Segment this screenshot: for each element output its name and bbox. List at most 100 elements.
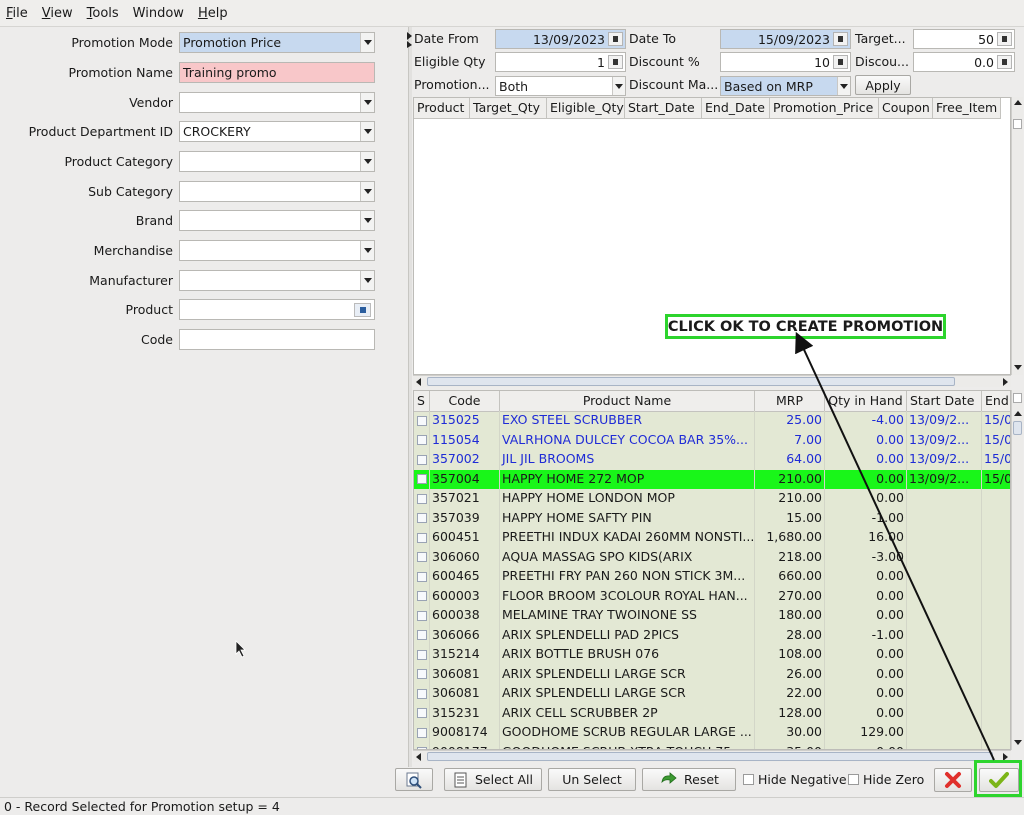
table-row[interactable]: 600003 FLOOR BROOM 3COLOUR ROYAL HAN... 27…	[414, 586, 1010, 606]
checkbox-box[interactable]	[848, 774, 859, 785]
col-end-date[interactable]: End_Date	[702, 98, 770, 118]
chevron-down-icon[interactable]	[612, 77, 625, 95]
table-row[interactable]: 357004 HAPPY HOME 272 MOP 210.00 0.00 13/09/…	[414, 469, 1010, 489]
table-row[interactable]: 600451 PREETHI INDUX KADAI 260MM NONSTI..…	[414, 528, 1010, 548]
chevron-down-icon[interactable]	[360, 33, 374, 52]
chevron-down-icon[interactable]	[360, 122, 374, 141]
category-select[interactable]	[179, 151, 375, 172]
menu-window[interactable]: Window	[133, 6, 184, 21]
checkbox-box[interactable]	[416, 571, 427, 582]
scroll-down-icon[interactable]	[1012, 736, 1024, 748]
table-row[interactable]: 306081 ARIX SPLENDELLI LARGE SCR 22.00 0.00	[414, 684, 1010, 704]
column-picker-icon[interactable]	[1013, 393, 1022, 403]
department-select[interactable]: CROCKERY	[179, 121, 375, 142]
row-select-checkbox[interactable]	[414, 450, 430, 470]
hide-zero-checkbox[interactable]: Hide Zero	[848, 772, 924, 787]
col-start-date[interactable]: Start Date	[907, 391, 982, 411]
calendar-icon[interactable]	[608, 32, 623, 46]
col-product-name[interactable]: Product Name	[500, 391, 755, 411]
checkbox-box[interactable]	[416, 474, 427, 485]
calendar-icon[interactable]	[833, 32, 848, 46]
eligible-qty-input[interactable]: 1	[495, 52, 626, 72]
menu-view[interactable]: View	[42, 6, 73, 21]
scroll-thumb[interactable]	[1013, 421, 1022, 435]
discount-amt-input[interactable]: 0.0	[913, 52, 1015, 72]
table-row[interactable]: 306081 ARIX SPLENDELLI LARGE SCR 26.00 0.00	[414, 664, 1010, 684]
chevron-down-icon[interactable]	[360, 211, 374, 230]
discount-mode-select[interactable]: Based on MRP	[720, 76, 851, 96]
chevron-down-icon[interactable]	[360, 93, 374, 112]
row-select-checkbox[interactable]	[414, 528, 430, 548]
spinner-icon[interactable]	[997, 32, 1012, 46]
table-row[interactable]: 9008177GOODHOME SCRUB XTRA TOUCH 75...35…	[414, 742, 1010, 749]
table-row[interactable]: 357021 HAPPY HOME LONDON MOP 210.00 0.00	[414, 489, 1010, 509]
row-select-checkbox[interactable]	[414, 489, 430, 509]
search-button[interactable]	[395, 768, 433, 791]
table-row[interactable]: 306060 AQUA MASSAG SPO KIDS(ARIX 218.00 -3.…	[414, 547, 1010, 567]
checkbox-box[interactable]	[416, 415, 427, 426]
manufacturer-select[interactable]	[179, 270, 375, 291]
chevron-down-icon[interactable]	[360, 182, 374, 201]
chevron-down-icon[interactable]	[360, 271, 374, 290]
lookup-icon[interactable]	[354, 303, 371, 317]
table-row[interactable]: 600465 PREETHI FRY PAN 260 NON STICK 3M..…	[414, 567, 1010, 587]
date-from-input[interactable]: 13/09/2023	[495, 29, 626, 49]
hide-negative-checkbox[interactable]: Hide Negative	[743, 772, 847, 787]
checkbox-box[interactable]	[416, 591, 427, 602]
chevron-down-icon[interactable]	[360, 152, 374, 171]
table-row[interactable]: 357002 JIL JIL BROOMS 64.00 0.00 13/09/2... 1…	[414, 450, 1010, 470]
spinner-icon[interactable]	[997, 55, 1012, 69]
checkbox-box[interactable]	[416, 532, 427, 543]
column-picker-icon[interactable]	[1013, 119, 1022, 129]
target-input[interactable]: 50	[913, 29, 1015, 49]
col-select[interactable]: S	[414, 391, 430, 411]
cancel-button[interactable]	[934, 768, 972, 792]
menu-file[interactable]: File	[6, 6, 28, 21]
checkbox-box[interactable]	[416, 435, 427, 446]
vendor-select[interactable]	[179, 92, 375, 113]
table-row[interactable]: 315214 ARIX BOTTLE BRUSH 076 108.00 0.00	[414, 645, 1010, 665]
spinner-icon[interactable]	[833, 55, 848, 69]
checkbox-box[interactable]	[416, 688, 427, 699]
code-input[interactable]	[179, 329, 375, 350]
sub-category-select[interactable]	[179, 181, 375, 202]
promotion-name-input[interactable]: Training promo	[179, 62, 375, 83]
menu-help[interactable]: Help	[198, 6, 228, 21]
product-grid-vscroll[interactable]	[1011, 390, 1023, 750]
col-promotion-price[interactable]: Promotion_Price	[770, 98, 879, 118]
discount-pct-input[interactable]: 10	[720, 52, 851, 72]
row-select-checkbox[interactable]	[414, 411, 430, 431]
scroll-up-icon[interactable]	[1012, 97, 1024, 109]
col-eligible-qty[interactable]: Eligible_Qty	[547, 98, 625, 118]
checkbox-box[interactable]	[416, 493, 427, 504]
row-select-checkbox[interactable]	[414, 625, 430, 645]
scroll-up-icon[interactable]	[1012, 408, 1024, 420]
col-free-item[interactable]: Free_Item	[933, 98, 1001, 118]
checkbox-box[interactable]	[416, 669, 427, 680]
product-lookup-input[interactable]	[179, 299, 375, 320]
promotion-type-select[interactable]: Both	[495, 76, 626, 96]
splitter[interactable]	[408, 27, 412, 790]
row-select-checkbox[interactable]	[414, 567, 430, 587]
checkbox-box[interactable]	[416, 610, 427, 621]
product-grid-hscroll[interactable]	[413, 750, 1011, 762]
checkbox-box[interactable]	[416, 454, 427, 465]
row-select-checkbox[interactable]	[414, 742, 430, 749]
col-code[interactable]: Code	[430, 391, 500, 411]
table-row[interactable]: 9008174 GOODHOME SCRUB REGULAR LARGE ... 3…	[414, 723, 1010, 743]
brand-select[interactable]	[179, 210, 375, 231]
checkbox-box[interactable]	[743, 774, 754, 785]
table-row[interactable]: 306066 ARIX SPLENDELLI PAD 2PICS 28.00 -1.0…	[414, 625, 1010, 645]
chevron-down-icon[interactable]	[837, 77, 850, 95]
col-target-qty[interactable]: Target_Qty	[470, 98, 547, 118]
menu-tools[interactable]: Tools	[87, 6, 119, 21]
row-select-checkbox[interactable]	[414, 645, 430, 665]
row-select-checkbox[interactable]	[414, 684, 430, 704]
checkbox-box[interactable]	[416, 630, 427, 641]
row-select-checkbox[interactable]	[414, 606, 430, 626]
scroll-left-icon[interactable]	[413, 376, 425, 388]
checkbox-box[interactable]	[416, 727, 427, 738]
table-row[interactable]: 315231 ARIX CELL SCRUBBER 2P 128.00 0.00	[414, 703, 1010, 723]
row-select-checkbox[interactable]	[414, 469, 430, 489]
table-row[interactable]: 357039 HAPPY HOME SAFTY PIN 15.00 -1.00	[414, 508, 1010, 528]
